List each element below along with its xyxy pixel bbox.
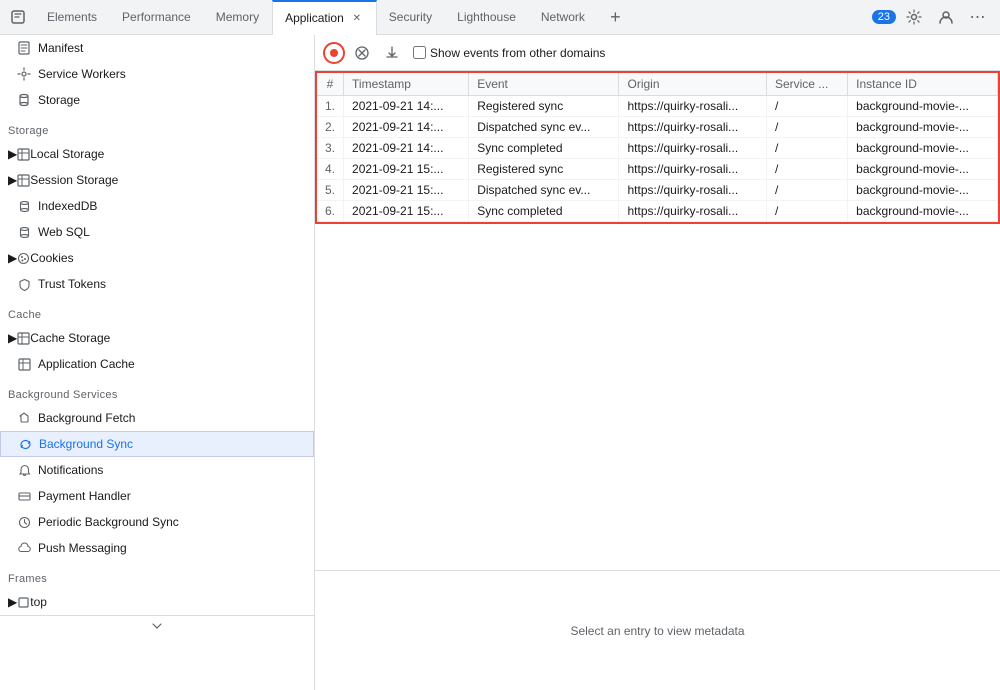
expand-arrow-cache: ▶ [8, 331, 17, 345]
sidebar-item-storage[interactable]: Storage [0, 87, 314, 113]
sidebar-item-service-workers[interactable]: Service Workers [0, 61, 314, 87]
db-icon-indexed [16, 198, 32, 214]
tab-bar-right: 23 ⋯ [872, 3, 1000, 31]
sidebar-item-session-storage[interactable]: ▶ Session Storage [0, 167, 314, 193]
sidebar-item-notifications[interactable]: Notifications [0, 457, 314, 483]
bell-icon [16, 462, 32, 478]
content-area: Show events from other domains # Timesta… [315, 35, 1000, 690]
download-btn[interactable] [379, 40, 405, 66]
table-icon-app-cache [16, 356, 32, 372]
card-icon [16, 488, 32, 504]
cache-section-label: Cache [0, 297, 314, 325]
sidebar-item-payment-handler[interactable]: Payment Handler [0, 483, 314, 509]
clear-btn[interactable] [349, 40, 375, 66]
clock-icon [16, 514, 32, 530]
toolbar: Show events from other domains [315, 35, 1000, 71]
issue-badge: 23 [872, 10, 896, 24]
sync-table: # Timestamp Event Origin Service ... Ins… [317, 73, 998, 222]
sidebar-item-manifest[interactable]: Manifest [0, 35, 314, 61]
cookie-icon [17, 252, 30, 265]
table-icon-cache [17, 332, 30, 345]
sidebar: Manifest Service Workers Storage [0, 35, 315, 690]
col-origin: Origin [619, 73, 766, 96]
metadata-panel: Select an entry to view metadata [315, 570, 1000, 690]
db-icon-sql [16, 224, 32, 240]
sidebar-item-indexeddb[interactable]: IndexedDB [0, 193, 314, 219]
col-timestamp: Timestamp [344, 73, 469, 96]
table-icon-session [17, 174, 30, 187]
table-row[interactable]: 3.2021-09-21 14:...Sync completedhttps:/… [317, 138, 998, 159]
settings-icon[interactable] [900, 3, 928, 31]
tab-security[interactable]: Security [377, 0, 445, 35]
table-wrapper: # Timestamp Event Origin Service ... Ins… [315, 71, 1000, 570]
expand-arrow-cookies: ▶ [8, 251, 17, 265]
table-row[interactable]: 1.2021-09-21 14:...Registered synchttps:… [317, 96, 998, 117]
cloud-icon [16, 540, 32, 556]
sidebar-item-trust-tokens[interactable]: Trust Tokens [0, 271, 314, 297]
sidebar-item-cache-storage[interactable]: ▶ Cache Storage [0, 325, 314, 351]
table-row[interactable]: 5.2021-09-21 15:...Dispatched sync ev...… [317, 180, 998, 201]
col-service: Service ... [766, 73, 847, 96]
table-row[interactable]: 6.2021-09-21 15:...Sync completedhttps:/… [317, 201, 998, 222]
sidebar-item-background-fetch[interactable]: Background Fetch [0, 405, 314, 431]
more-icon[interactable]: ⋯ [964, 3, 992, 31]
sidebar-item-web-sql[interactable]: Web SQL [0, 219, 314, 245]
tab-bar: Elements Performance Memory Application … [0, 0, 1000, 35]
storage-section-label: Storage [0, 113, 314, 141]
devtools-icon-btn[interactable] [0, 0, 35, 35]
tab-bar-left: Elements Performance Memory Application … [0, 0, 633, 35]
show-events-label[interactable]: Show events from other domains [413, 46, 605, 60]
tab-network[interactable]: Network [529, 0, 598, 35]
sidebar-item-app-cache[interactable]: Application Cache [0, 351, 314, 377]
expand-arrow-session: ▶ [8, 173, 17, 187]
sidebar-item-periodic-sync[interactable]: Periodic Background Sync [0, 509, 314, 535]
tab-performance[interactable]: Performance [110, 0, 204, 35]
expand-arrow-local: ▶ [8, 147, 17, 161]
add-tab-btn[interactable]: + [598, 0, 633, 35]
sidebar-item-background-sync[interactable]: Background Sync [0, 431, 314, 457]
record-btn[interactable] [323, 42, 345, 64]
shield-icon [16, 276, 32, 292]
tab-elements[interactable]: Elements [35, 0, 110, 35]
main-layout: Manifest Service Workers Storage [0, 35, 1000, 690]
tab-close-btn[interactable]: ✕ [350, 11, 364, 25]
tab-lighthouse[interactable]: Lighthouse [445, 0, 529, 35]
profile-icon[interactable] [932, 3, 960, 31]
expand-arrow-top: ▶ [8, 595, 17, 609]
col-num: # [317, 73, 344, 96]
sidebar-scroll-indicator [0, 615, 314, 635]
sidebar-item-push-messaging[interactable]: Push Messaging [0, 535, 314, 561]
bg-services-section-label: Background Services [0, 377, 314, 405]
sidebar-item-cookies[interactable]: ▶ Cookies [0, 245, 314, 271]
table-row[interactable]: 4.2021-09-21 15:...Registered synchttps:… [317, 159, 998, 180]
tab-application[interactable]: Application ✕ [272, 0, 377, 35]
sync-icon [17, 436, 33, 452]
gear-icon [16, 66, 32, 82]
show-events-checkbox[interactable] [413, 46, 426, 59]
cylinder-icon [16, 92, 32, 108]
tab-memory[interactable]: Memory [204, 0, 272, 35]
sidebar-item-top-frame[interactable]: ▶ top [0, 589, 314, 615]
metadata-hint: Select an entry to view metadata [570, 624, 744, 638]
frames-section-label: Frames [0, 561, 314, 589]
sidebar-item-local-storage[interactable]: ▶ Local Storage [0, 141, 314, 167]
arrows-icon [16, 410, 32, 426]
box-icon [17, 596, 30, 609]
col-event: Event [469, 73, 619, 96]
file-icon [16, 40, 32, 56]
table-icon-local [17, 148, 30, 161]
table-row[interactable]: 2.2021-09-21 14:...Dispatched sync ev...… [317, 117, 998, 138]
col-instance: Instance ID [848, 73, 998, 96]
